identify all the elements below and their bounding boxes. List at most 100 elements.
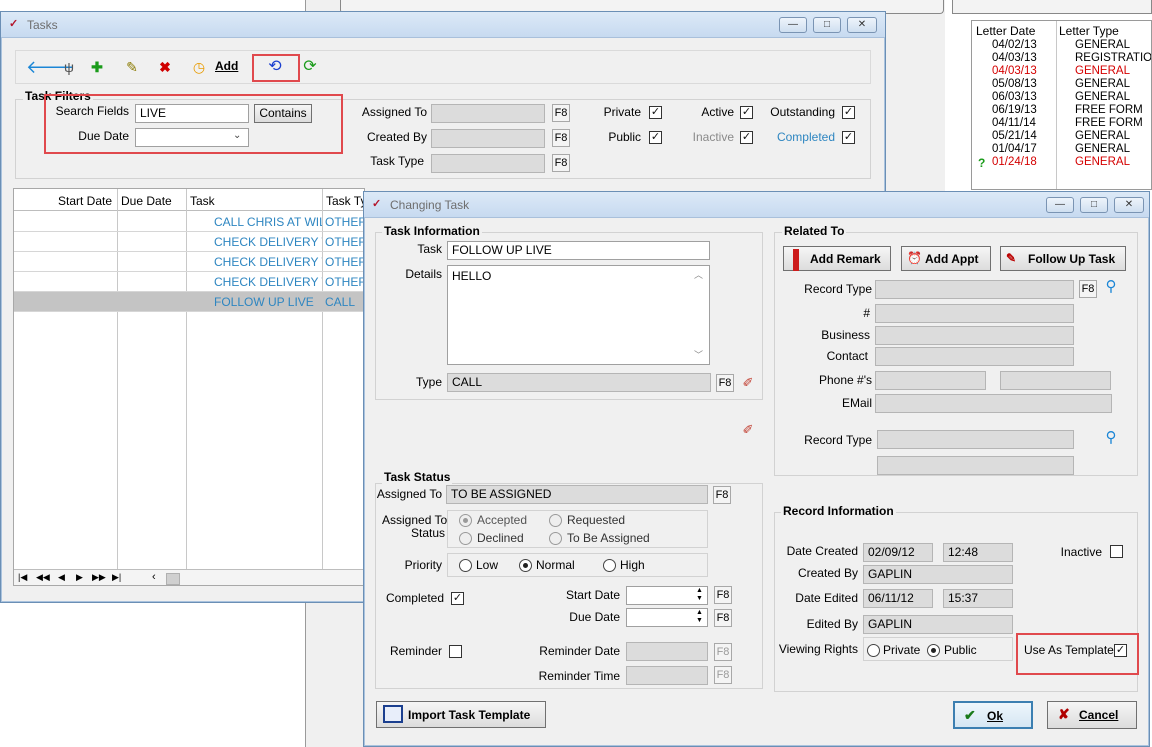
maximize-button[interactable]: □ bbox=[1080, 197, 1108, 213]
minimize-button[interactable]: — bbox=[1046, 197, 1074, 213]
magnifier-icon[interactable]: ⚲ bbox=[1102, 278, 1120, 296]
phone-input-1[interactable] bbox=[875, 371, 986, 390]
task-input[interactable]: FOLLOW UP LIVE bbox=[447, 241, 710, 260]
due-date-spinner-icon[interactable]: ▲ ▼ bbox=[696, 609, 703, 625]
clock-icon[interactable]: ◷ bbox=[190, 58, 208, 76]
last-record-icon[interactable]: ▶| bbox=[112, 572, 121, 583]
task-cell[interactable]: CHECK DELIVERY TI bbox=[214, 275, 322, 289]
eraser-icon[interactable]: ✐ bbox=[739, 374, 757, 392]
letter-date-cell[interactable]: 05/08/13 bbox=[992, 78, 1037, 90]
grid-header-task-type[interactable]: Task Ty bbox=[326, 194, 364, 208]
ok-button[interactable]: ✔ Ok bbox=[953, 701, 1033, 729]
type-input[interactable]: CALL bbox=[447, 373, 711, 392]
task-type-cell[interactable]: OTHER bbox=[325, 255, 364, 269]
letter-date-cell[interactable]: 04/02/13 bbox=[992, 39, 1037, 51]
status-assigned-to-input[interactable]: TO BE ASSIGNED bbox=[446, 485, 708, 504]
prev-page-icon[interactable]: ◀◀ bbox=[36, 572, 50, 583]
public-radio[interactable] bbox=[927, 644, 940, 657]
type-f8-button[interactable]: F8 bbox=[716, 374, 734, 392]
next-record-icon[interactable]: ▶ bbox=[76, 572, 83, 583]
table-row[interactable]: CHECK DELIVERY TI OTHER bbox=[14, 252, 364, 272]
horizontal-scrollbar-thumb[interactable] bbox=[166, 573, 180, 585]
letter-type-cell[interactable]: GENERAL bbox=[1075, 78, 1130, 90]
start-date-f8-button[interactable]: F8 bbox=[714, 586, 732, 604]
task-type-cell[interactable]: CALL bbox=[325, 295, 355, 309]
date-created-input[interactable]: 02/09/12 bbox=[863, 543, 933, 562]
normal-radio[interactable] bbox=[519, 559, 532, 572]
first-record-icon[interactable]: |◀ bbox=[18, 572, 27, 583]
created-by-input[interactable] bbox=[431, 129, 545, 148]
back-arrow-icon[interactable]: 🡐 bbox=[26, 58, 74, 76]
follow-up-task-button[interactable]: ✎ Follow Up Task bbox=[1000, 246, 1126, 271]
refresh-icon[interactable]: ⟳ bbox=[301, 58, 319, 76]
task-cell[interactable]: CALL CHRIS AT WILL bbox=[214, 215, 322, 229]
assigned-to-input[interactable] bbox=[431, 104, 545, 123]
completed-checkbox[interactable]: ✓ bbox=[451, 592, 464, 605]
active-checkbox[interactable]: ✓ bbox=[740, 106, 753, 119]
letter-date-cell[interactable]: 06/19/13 bbox=[992, 104, 1037, 116]
reminder-date-f8-button[interactable]: F8 bbox=[714, 643, 732, 661]
filter-icon[interactable]: ψ bbox=[60, 58, 78, 76]
letter-date-cell[interactable]: 04/03/13 bbox=[992, 65, 1037, 77]
edit-task-icon[interactable]: ✎ bbox=[123, 58, 141, 76]
letter-type-cell[interactable]: GENERAL bbox=[1075, 65, 1130, 77]
next-page-icon[interactable]: ▶▶ bbox=[92, 572, 106, 583]
outstanding-checkbox[interactable]: ✓ bbox=[842, 106, 855, 119]
grid-header-due-date[interactable]: Due Date bbox=[121, 194, 172, 208]
letter-type-cell[interactable]: FREE FORM bbox=[1075, 104, 1143, 116]
public-checkbox[interactable]: ✓ bbox=[649, 131, 662, 144]
scroll-left-icon[interactable]: ‹ bbox=[152, 571, 156, 583]
letter-type-cell[interactable]: GENERAL bbox=[1075, 130, 1130, 142]
prev-record-icon[interactable]: ◀ bbox=[58, 572, 65, 583]
contact-input[interactable] bbox=[875, 347, 1074, 366]
reminder-time-input[interactable] bbox=[626, 666, 708, 685]
table-row[interactable]: FOLLOW UP LIVE CALL bbox=[14, 292, 364, 312]
reminder-checkbox[interactable] bbox=[449, 645, 462, 658]
reminder-time-f8-button[interactable]: F8 bbox=[714, 666, 732, 684]
task-type-f8-button[interactable]: F8 bbox=[552, 154, 570, 172]
new-task-icon[interactable]: ✚ bbox=[88, 58, 106, 76]
minimize-button[interactable]: — bbox=[779, 17, 807, 33]
letter-date-cell[interactable]: 04/11/14 bbox=[992, 117, 1036, 129]
created-by-input[interactable]: GAPLIN bbox=[863, 565, 1013, 584]
inactive-checkbox[interactable] bbox=[1110, 545, 1123, 558]
task-type-cell[interactable]: OTHER bbox=[325, 215, 364, 229]
number-input[interactable] bbox=[875, 304, 1074, 323]
maximize-button[interactable]: □ bbox=[813, 17, 841, 33]
declined-radio[interactable] bbox=[459, 532, 472, 545]
table-row[interactable]: CHECK DELIVERY TI OTHER bbox=[14, 272, 364, 292]
edited-by-input[interactable]: GAPLIN bbox=[863, 615, 1013, 634]
letter-date-cell[interactable]: 06/03/13 bbox=[992, 91, 1037, 103]
letter-type-cell[interactable]: GENERAL bbox=[1075, 91, 1130, 103]
requested-radio[interactable] bbox=[549, 514, 562, 527]
close-button[interactable]: ✕ bbox=[1114, 197, 1144, 213]
private-checkbox[interactable]: ✓ bbox=[649, 106, 662, 119]
task-cell[interactable]: CHECK DELIVERY TI bbox=[214, 235, 322, 249]
status-assigned-to-f8-button[interactable]: F8 bbox=[713, 486, 731, 504]
add-remark-button[interactable]: Add Remark bbox=[783, 246, 891, 271]
letter-type-cell[interactable]: GENERAL bbox=[1075, 156, 1130, 168]
magnifier-icon[interactable]: ⚲ bbox=[1102, 429, 1120, 447]
details-textarea[interactable]: HELLO bbox=[447, 265, 710, 365]
task-type-cell[interactable]: OTHER bbox=[325, 235, 364, 249]
grid-header-task[interactable]: Task bbox=[190, 194, 215, 208]
low-radio[interactable] bbox=[459, 559, 472, 572]
import-task-template-button[interactable]: Import Task Template bbox=[376, 701, 546, 728]
task-cell[interactable]: CHECK DELIVERY TI bbox=[214, 255, 322, 269]
letter-date-cell[interactable]: 04/03/13 bbox=[992, 52, 1037, 64]
record-type2-input[interactable] bbox=[877, 430, 1074, 449]
letter-type-cell[interactable]: REGISTRATION bbox=[1075, 52, 1151, 64]
inactive-checkbox[interactable]: ✓ bbox=[740, 131, 753, 144]
accepted-radio[interactable] bbox=[459, 514, 472, 527]
table-row[interactable]: CALL CHRIS AT WILL OTHER bbox=[14, 212, 364, 232]
task-type-cell[interactable]: OTHER bbox=[325, 275, 364, 289]
table-row[interactable]: CHECK DELIVERY TI OTHER bbox=[14, 232, 364, 252]
letter-type-header[interactable]: Letter Type bbox=[1059, 24, 1119, 38]
email-input[interactable] bbox=[875, 394, 1112, 413]
reminder-date-input[interactable] bbox=[626, 642, 708, 661]
close-button[interactable]: ✕ bbox=[847, 17, 877, 33]
due-date-f8-button[interactable]: F8 bbox=[714, 609, 732, 627]
time-edited-input[interactable]: 15:37 bbox=[943, 589, 1013, 608]
record-type-input[interactable] bbox=[875, 280, 1074, 299]
cancel-button[interactable]: ✘ Cancel bbox=[1047, 701, 1137, 729]
